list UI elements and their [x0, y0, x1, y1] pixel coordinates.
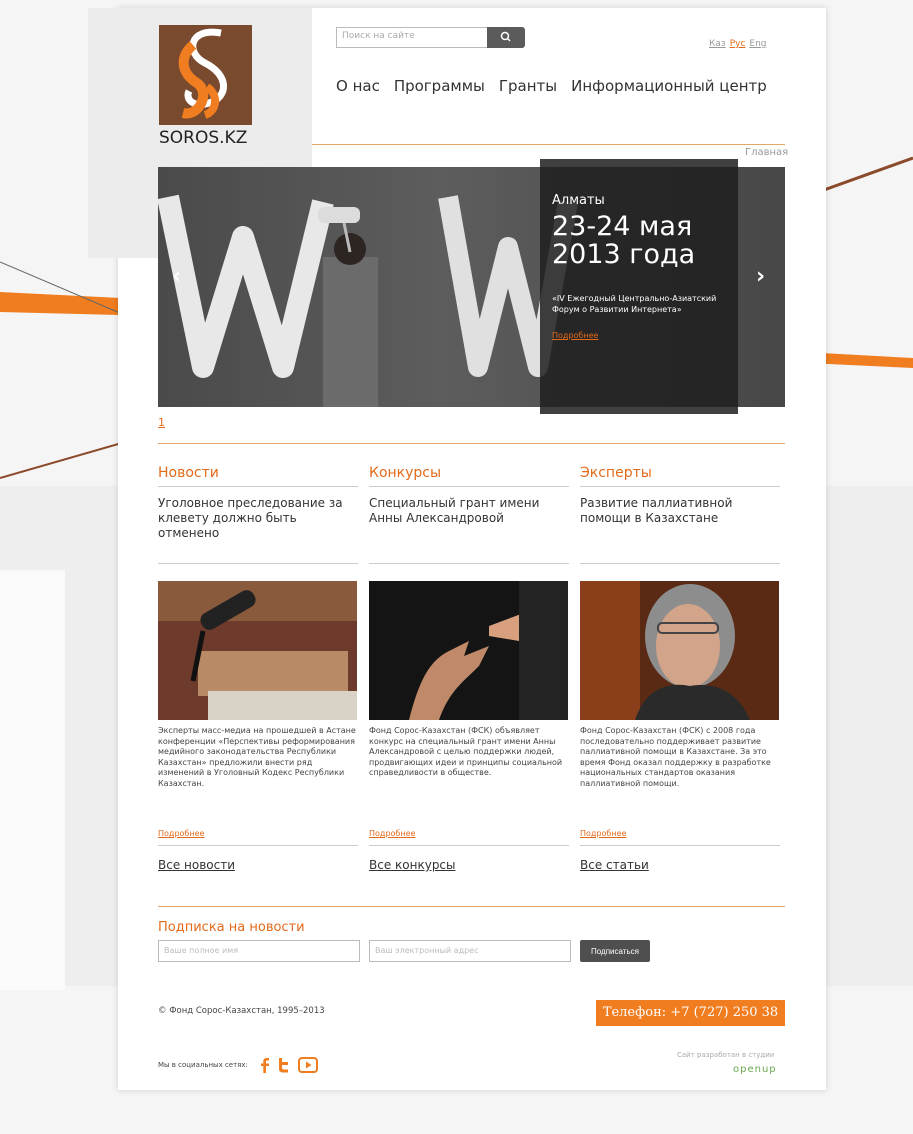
column-divider	[580, 845, 780, 846]
column-divider	[158, 486, 358, 487]
contests-more-link[interactable]: Подробнее	[369, 829, 415, 838]
youtube-icon[interactable]	[298, 1057, 318, 1077]
subscribe-divider	[158, 906, 785, 907]
hero-more-link[interactable]: Подробнее	[552, 331, 598, 340]
microphone-photo-icon	[158, 581, 357, 720]
news-more-link[interactable]: Подробнее	[158, 829, 204, 838]
lang-rus[interactable]: Рус	[730, 39, 746, 49]
copyright: © Фонд Сорос-Казахстан, 1995–2013	[158, 1006, 325, 1016]
nav-programs[interactable]: Программы	[394, 77, 485, 95]
lang-kaz[interactable]: Каз	[709, 39, 726, 49]
column-divider	[369, 845, 569, 846]
section-divider	[158, 443, 785, 444]
contests-heading[interactable]: Конкурсы	[369, 465, 441, 481]
breadcrumb[interactable]: Главная	[745, 147, 788, 158]
hero-date: 23-24 мая 2013 года	[552, 211, 696, 270]
experts-text: Фонд Сорос-Казахстан (ФСК) с 2008 года п…	[580, 726, 771, 788]
contests-text: Фонд Сорос-Казахстан (ФСК) объявляет кон…	[369, 726, 563, 777]
experts-title[interactable]: Развитие паллиативной помощи в Казахстан…	[580, 496, 780, 526]
all-contests-link[interactable]: Все конкурсы	[369, 858, 456, 872]
hero-description: «IV Ежегодный Центрально-Азиатский Форум…	[552, 294, 717, 314]
search-button[interactable]	[487, 27, 525, 48]
search-icon	[500, 31, 511, 42]
hero-city: Алматы	[552, 193, 605, 208]
name-input[interactable]: Ваше полное имя	[158, 940, 360, 962]
language-switcher: Каз Рус Eng	[709, 39, 771, 49]
nav-about[interactable]: О нас	[336, 77, 380, 95]
hero-pager[interactable]: 1	[158, 416, 165, 429]
contests-title[interactable]: Специальный грант имени Анны Александров…	[369, 496, 569, 526]
openup-logo[interactable]: openup	[733, 1064, 777, 1075]
facebook-icon[interactable]	[259, 1057, 271, 1077]
column-divider	[369, 486, 569, 487]
chevron-left-icon[interactable]: ‹	[172, 264, 181, 289]
search-input[interactable]: Поиск на сайте	[336, 27, 488, 48]
all-articles-link[interactable]: Все статьи	[580, 858, 649, 872]
column-divider	[580, 563, 780, 564]
column-divider	[580, 486, 780, 487]
nav-grants[interactable]: Гранты	[499, 77, 557, 95]
news-heading[interactable]: Новости	[158, 465, 219, 481]
phone-banner: Телефон: +7 (727) 250 38 11	[596, 1000, 785, 1046]
column-divider	[158, 845, 358, 846]
main-nav: О нас Программы Гранты Информационный центр	[336, 77, 781, 95]
email-input[interactable]: Ваш электронный адрес	[369, 940, 571, 962]
all-news-link[interactable]: Все новости	[158, 858, 235, 872]
header-divider	[312, 144, 785, 145]
logo-mark[interactable]	[159, 25, 252, 125]
subscribe-heading: Подписка на новости	[158, 920, 305, 935]
news-text: Эксперты масс-медиа на прошедшей в Астан…	[158, 726, 356, 788]
logo-text[interactable]: SOROS.KZ	[159, 128, 247, 148]
chevron-right-icon[interactable]: ›	[756, 264, 765, 289]
nav-info-center[interactable]: Информационный центр	[571, 77, 767, 95]
lang-eng[interactable]: Eng	[749, 39, 766, 49]
column-divider	[369, 563, 569, 564]
twitter-icon[interactable]	[277, 1057, 291, 1077]
experts-more-link[interactable]: Подробнее	[580, 829, 626, 838]
subscribe-button[interactable]: Подписаться	[580, 940, 650, 962]
news-title[interactable]: Уголовное преследование за клевету должн…	[158, 496, 358, 541]
news-image[interactable]	[158, 581, 357, 720]
developer-label: Сайт разработан в студии	[677, 1051, 775, 1059]
soros-logo-icon	[178, 28, 227, 119]
hands-photo-icon	[369, 581, 568, 720]
social-label: Мы в социальных сетях:	[158, 1061, 248, 1069]
contests-image[interactable]	[369, 581, 568, 720]
column-divider	[158, 563, 358, 564]
experts-image[interactable]	[580, 581, 779, 720]
portrait-photo-icon	[580, 581, 779, 720]
experts-heading[interactable]: Эксперты	[580, 465, 652, 481]
